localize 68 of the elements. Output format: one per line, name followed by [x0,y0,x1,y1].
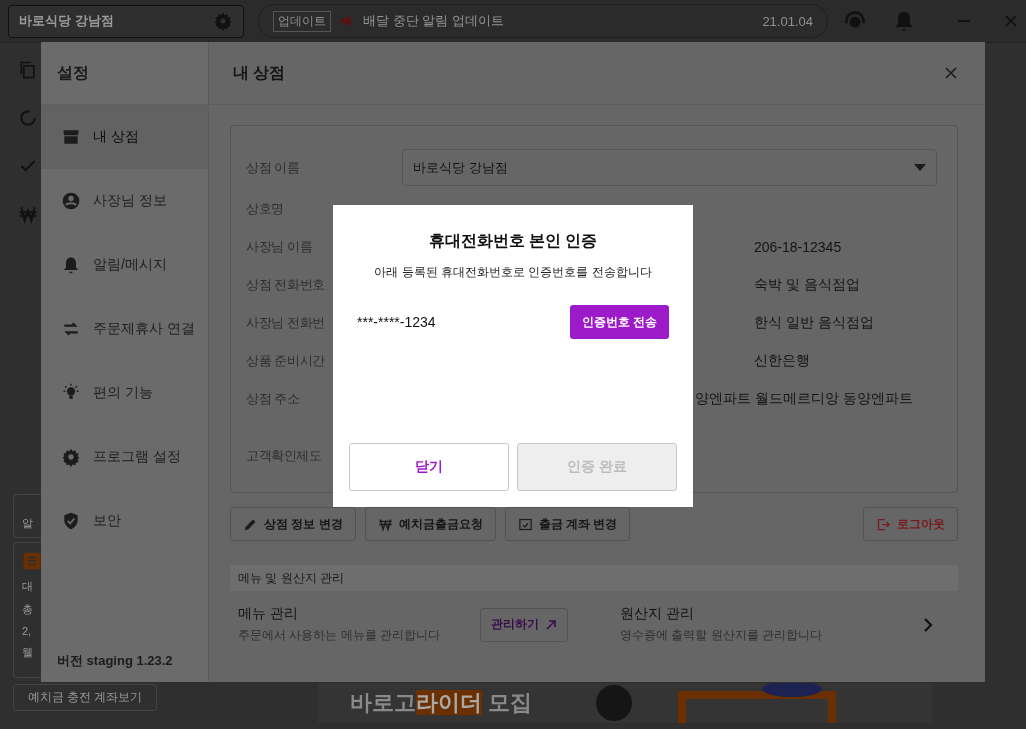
notice-tag: 업데이트 [273,10,331,32]
row-description: 주문에서 사용하는 메뉴를 관리합니다 [238,627,441,644]
field-label: 상점 주소 [246,390,300,408]
notice-bar[interactable]: 업데이트 배달 중단 알림 업데이트 21.01.04 [258,4,828,38]
gear-icon [61,447,81,467]
close-icon[interactable] [1004,14,1018,28]
settings-nav-item[interactable]: 내 상점 [41,105,208,169]
deposit-account-button[interactable]: 예치금 충전 계좌보기 [13,684,157,711]
field-value: 206-18-12345 [754,239,843,255]
card-text: 총 [22,602,34,617]
dialog-message: 아래 등록된 휴대전화번호로 인증번호를 전송합니다 [374,264,652,281]
shield-icon [61,511,81,531]
dropdown-caret-icon [914,163,926,172]
settings-nav-item[interactable]: 사장님 정보 [41,169,208,233]
checkbox-icon [517,516,533,532]
loading-icon[interactable] [18,108,38,128]
field-label: 상품 준비시간 [246,352,325,370]
settings-nav-item[interactable]: 편의 기능 [41,361,208,425]
won-icon [377,516,393,532]
send-code-button[interactable]: 인증번호 전송 [569,305,669,339]
field-label: 사장님 전화번 [246,314,325,332]
field-label: 사장님 이름 [246,238,313,256]
section-header: 메뉴 및 원산지 관리 [230,565,958,591]
row-description: 영수증에 출력할 원산지를 관리합니다 [620,627,823,644]
field-label: 상점 이름 [246,158,300,177]
field-value: 한식 일반 음식점업 [754,314,875,332]
bell-icon [61,255,81,275]
dialog-button[interactable]: 닫기 [349,443,509,491]
logout-icon [876,516,891,532]
swap-icon [61,319,81,339]
action-button[interactable]: 출금 계좌 변경 [504,507,631,541]
external-link-icon [545,618,557,631]
settings-nav-item[interactable]: 보안 [41,489,208,553]
field-value: 양엔파트 월드메르디앙 동양엔파트 [694,390,914,408]
field-value: 숙박 및 음식점업 [754,276,861,294]
settings-nav-item[interactable]: 알림/메시지 [41,233,208,297]
field-label: 상호명 [246,200,284,218]
phone-number: ***-****-1234 [357,314,436,330]
gear-icon[interactable] [213,11,233,31]
banner-title: 바로고라이더 모집 [350,689,533,717]
dialog-title: 휴대전화번호 본인 인증 [428,231,598,251]
card-text: 웰 [22,645,34,660]
row-title: 메뉴 관리 [238,605,299,623]
logout-button[interactable]: 로그아웃 [863,507,958,541]
store-icon [61,127,81,147]
version-text: 버전 staging 1.23.2 [56,652,174,670]
manage-button[interactable]: 관리하기 [480,607,568,642]
card-text: 2, [22,625,33,637]
store-select[interactable]: 바로식당 강남점 [402,149,937,186]
card-text: 대 [22,579,34,594]
close-icon[interactable] [945,67,957,79]
action-button[interactable]: 상점 정보 변경 [230,507,356,541]
settings-nav-item[interactable]: 주문제휴사 연결 [41,297,208,361]
logo-icon [22,551,42,571]
settings-nav-item[interactable]: 프로그램 설정 [41,425,208,489]
field-value: 신한은행 [754,352,811,370]
page-title: 내 상점 [233,62,286,83]
notice-text: 배달 중단 알림 업데이트 [363,12,504,30]
won-icon[interactable] [18,204,38,224]
field-label: 상점 전화번호 [246,276,325,294]
row-title: 원산지 관리 [620,605,695,623]
copy-icon[interactable] [18,60,38,80]
store-selector[interactable]: 바로식당 강남점 [8,4,244,38]
action-button[interactable]: 예치금출금요청 [364,507,496,541]
person-icon [61,191,81,211]
recruit-banner[interactable]: 바로고라이더 모집 [318,683,932,723]
notice-date: 21.01.04 [762,13,813,29]
field-label: 고객확인제도 [246,447,322,465]
